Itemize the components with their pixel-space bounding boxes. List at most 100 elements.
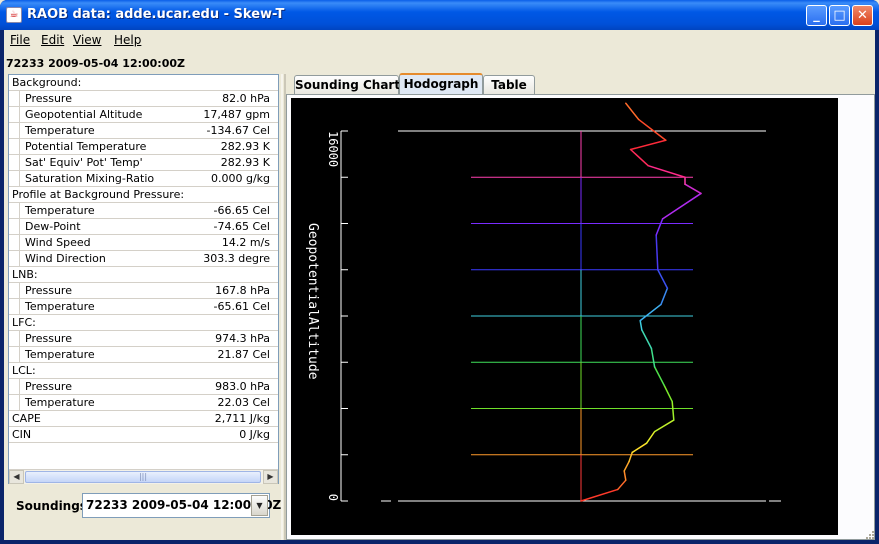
profile-segment (684, 183, 702, 195)
row-label: Geopotential Altitude (25, 108, 143, 121)
row-label: Temperature (25, 396, 95, 409)
close-button[interactable]: ✕ (852, 5, 873, 26)
profile-segment (623, 460, 630, 472)
row-label: LCL: (12, 364, 36, 377)
tab-hodograph[interactable]: Hodograph (399, 73, 483, 95)
title-bar[interactable]: ☕ RAOB data: adde.ucar.edu - Skew-T _ □ … (0, 0, 879, 30)
profile-segment (657, 269, 669, 289)
row-indent (9, 219, 20, 235)
station-time-label: 72233 2009-05-04 12:00:00Z (6, 57, 185, 70)
table-row[interactable]: Temperature -66.65 Cel (9, 203, 278, 219)
table-row[interactable]: Wind Speed 14.2 m/s (9, 235, 278, 251)
table-row[interactable]: Pressure 983.0 hPa (9, 379, 278, 395)
scroll-left-button[interactable]: ◀ (9, 470, 24, 484)
soundings-dropdown[interactable]: 72233 2009-05-04 12:00:00Z ▼ (82, 493, 281, 518)
table-row[interactable]: LNB: (9, 267, 278, 283)
row-indent (9, 235, 20, 251)
table-row[interactable]: LCL: (9, 363, 278, 379)
table-row[interactable]: Profile at Background Pressure: (9, 187, 278, 203)
y-axis-label: GeopotentialAltitude (305, 223, 320, 380)
row-indent (9, 171, 20, 187)
profile-segment (655, 234, 659, 271)
dropdown-button[interactable]: ▼ (251, 495, 268, 516)
profile-segment (655, 218, 664, 236)
table-row[interactable]: CIN 0 J/kg (9, 427, 278, 443)
table-row[interactable]: Saturation Mixing-Ratio 0.000 g/kg (9, 171, 278, 187)
close-icon: ✕ (857, 8, 868, 23)
row-label: Temperature (25, 124, 95, 137)
scroll-right-button[interactable]: ▶ (263, 470, 278, 484)
table-row[interactable]: Temperature 22.03 Cel (9, 395, 278, 411)
table-row[interactable]: Wind Direction 303.3 degre (9, 251, 278, 267)
menu-edit-label: Edit (41, 33, 65, 47)
grip-icon: ||| (138, 472, 148, 481)
table-row[interactable]: Temperature -134.67 Cel (9, 123, 278, 139)
table-row[interactable]: Pressure 167.8 hPa (9, 283, 278, 299)
profile-segment (641, 329, 653, 350)
table-row[interactable]: CAPE 2,711 J/kg (9, 411, 278, 427)
row-label: LNB: (12, 268, 38, 281)
table-row[interactable]: Sat' Equiv' Pot' Temp' 282.93 K (9, 155, 278, 171)
resize-grip-icon[interactable] (863, 528, 875, 540)
horizontal-scrollbar[interactable]: ◀ ||| ▶ (9, 469, 278, 484)
menu-file[interactable]: File (10, 33, 30, 47)
scroll-thumb[interactable]: ||| (25, 471, 261, 483)
chevron-down-icon: ▼ (256, 501, 263, 510)
row-label: Sat' Equiv' Pot' Temp' (25, 156, 143, 169)
chevron-right-icon: ▶ (267, 472, 274, 481)
row-value: 14.2 m/s (221, 236, 270, 249)
row-indent (9, 139, 20, 155)
table-row[interactable]: Pressure 82.0 hPa (9, 91, 278, 107)
row-indent (9, 299, 20, 315)
chevron-left-icon: ◀ (13, 472, 20, 481)
row-label: Saturation Mixing-Ratio (25, 172, 155, 185)
row-label: Wind Direction (25, 252, 106, 265)
row-label: Profile at Background Pressure: (12, 188, 185, 201)
profile-segment (647, 164, 686, 178)
table-row[interactable]: Temperature -65.61 Cel (9, 299, 278, 315)
menu-help[interactable]: Help (114, 33, 141, 47)
table-row[interactable]: Dew-Point -74.65 Cel (9, 219, 278, 235)
tab-table[interactable]: Table (483, 75, 535, 95)
profile-segment (637, 118, 667, 141)
table-row[interactable]: Potential Temperature 282.93 K (9, 139, 278, 155)
hodograph-chart[interactable]: 0 16000 GeopotentialAltitude (291, 98, 838, 535)
profile-segment (629, 139, 667, 151)
menu-view[interactable]: View (73, 33, 101, 47)
row-label: Temperature (25, 300, 95, 313)
menu-file-label: File (10, 33, 31, 47)
row-label: Dew-Point (25, 220, 81, 233)
row-value: 974.3 hPa (215, 332, 270, 345)
row-indent (9, 155, 20, 171)
table-row[interactable]: LFC: (9, 315, 278, 331)
row-value: 303.3 degre (203, 252, 270, 265)
row-value: 21.87 Cel (217, 348, 271, 361)
soundings-label: Soundings: (16, 499, 92, 513)
row-label: Background: (12, 76, 82, 89)
profile-segment (617, 479, 627, 491)
row-value: 282.93 K (220, 156, 270, 169)
profile-segment (653, 419, 675, 433)
row-label: Pressure (25, 92, 72, 105)
row-label: Pressure (25, 332, 72, 345)
row-value: -74.65 Cel (213, 220, 270, 233)
profile-segment (653, 366, 665, 387)
table-row[interactable]: Pressure 974.3 hPa (9, 331, 278, 347)
minimize-icon: _ (813, 8, 820, 23)
java-cup-icon[interactable]: ☕ (6, 7, 22, 23)
profile-segment (631, 442, 648, 454)
parameter-tree[interactable]: Background: Pressure 82.0 hPa Geopotential … (9, 75, 278, 469)
menu-bar: File Edit View Help (4, 30, 875, 51)
maximize-button[interactable]: □ (829, 5, 850, 26)
minimize-button[interactable]: _ (806, 5, 827, 26)
profile-segment (623, 470, 627, 481)
table-row[interactable]: Temperature 21.87 Cel (9, 347, 278, 363)
profile-segment (661, 192, 702, 220)
menu-edit[interactable]: Edit (41, 33, 64, 47)
row-indent (9, 107, 20, 123)
tab-sounding-chart[interactable]: Sounding Chart (294, 75, 400, 95)
row-label: Pressure (25, 380, 72, 393)
row-value: 167.8 hPa (215, 284, 270, 297)
table-row[interactable]: Geopotential Altitude 17,487 gpm (9, 107, 278, 123)
table-row[interactable]: Background: (9, 75, 278, 91)
